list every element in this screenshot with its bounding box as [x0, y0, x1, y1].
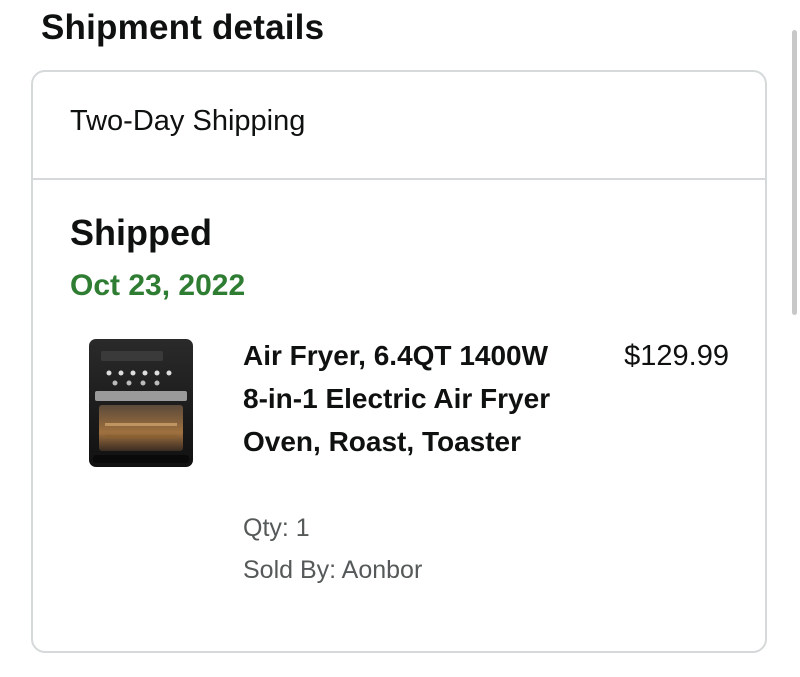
shipping-method-label: Two-Day Shipping: [70, 105, 306, 137]
scrollbar[interactable]: [792, 30, 797, 315]
page-title: Shipment details: [41, 8, 325, 47]
shipment-status: Shipped: [70, 212, 212, 253]
shipment-details-page: Shipment details Two-Day Shipping Shippe…: [0, 0, 800, 677]
item-price: $129.99: [624, 340, 729, 372]
product-image[interactable]: [87, 337, 195, 469]
product-title-link[interactable]: Air Fryer, 6.4QT 1400W 8-in-1 Electric A…: [243, 334, 573, 463]
shipment-card: Two-Day Shipping Shipped Oct 23, 2022 Ai…: [31, 70, 767, 653]
item-quantity: Qty: 1: [243, 514, 310, 542]
item-seller: Sold By: Aonbor: [243, 556, 423, 584]
shipment-date: Oct 23, 2022: [70, 269, 246, 302]
shipping-method-row[interactable]: Two-Day Shipping: [33, 72, 765, 180]
air-fryer-icon: [89, 339, 193, 467]
